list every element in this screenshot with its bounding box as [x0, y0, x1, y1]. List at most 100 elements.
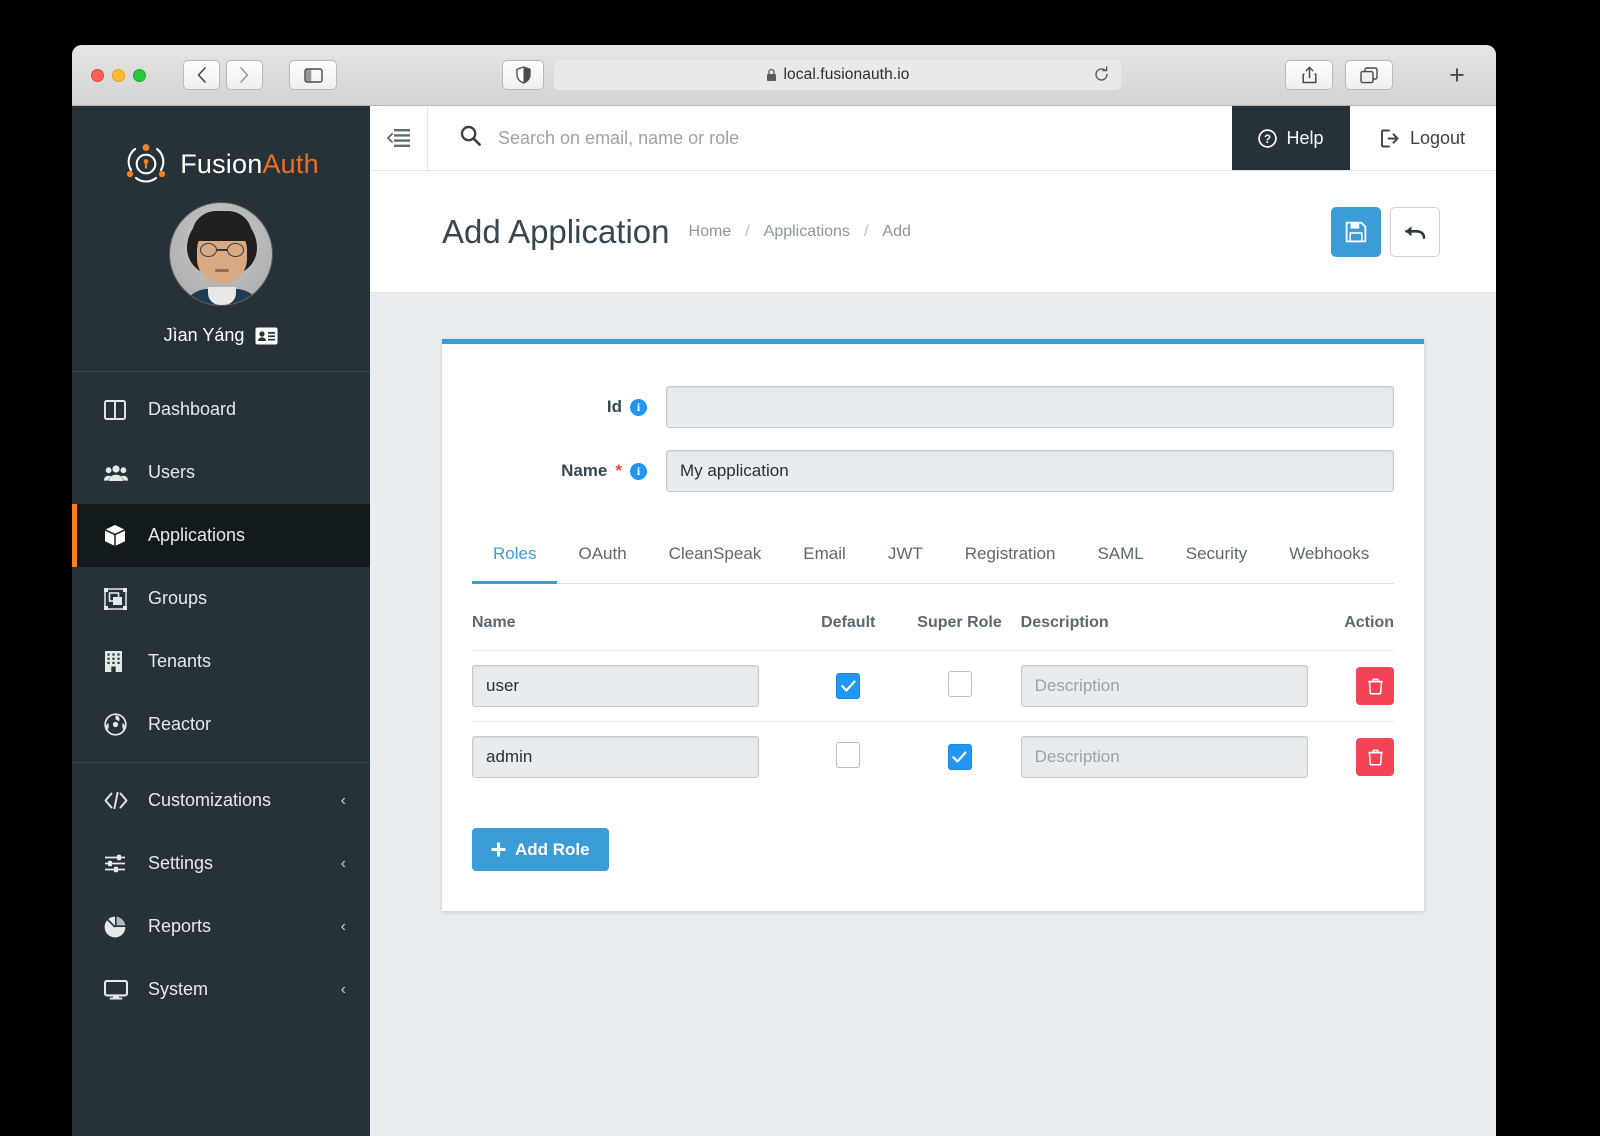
- role-description-input[interactable]: [1021, 736, 1308, 778]
- url-bar[interactable]: local.fusionauth.io: [554, 60, 1121, 90]
- chevron-left-icon: ‹: [341, 792, 346, 810]
- trash-icon: [1368, 678, 1383, 695]
- new-tab-button[interactable]: +: [1442, 60, 1472, 90]
- browser-window: local.fusionauth.io: [72, 45, 1496, 1136]
- logout-label: Logout: [1410, 128, 1465, 149]
- share-button[interactable]: [1285, 60, 1333, 90]
- sidebar-item-reports[interactable]: Reports ‹: [72, 895, 370, 958]
- breadcrumb-separator: /: [745, 223, 749, 241]
- plus-icon: [491, 842, 506, 857]
- dashboard-icon: [104, 400, 134, 420]
- sidebar-item-label: Users: [148, 462, 195, 483]
- tab-webhooks[interactable]: Webhooks: [1268, 532, 1390, 584]
- tab-oauth[interactable]: OAuth: [557, 532, 647, 584]
- super-role-checkbox[interactable]: [948, 671, 972, 697]
- forward-button[interactable]: [226, 60, 263, 90]
- help-label: Help: [1286, 128, 1323, 149]
- building-icon: [104, 650, 134, 673]
- collapse-sidebar-button[interactable]: [370, 106, 428, 170]
- user-name-row[interactable]: Jìan Yáng: [72, 325, 370, 346]
- code-icon: [104, 792, 134, 809]
- column-header-name: Name: [472, 584, 798, 651]
- sidebar-item-applications[interactable]: Applications: [72, 504, 370, 567]
- svg-text:?: ?: [1264, 134, 1271, 146]
- super-role-checkbox[interactable]: [948, 744, 972, 770]
- sidebar-item-settings[interactable]: Settings ‹: [72, 832, 370, 895]
- role-name-cell: [472, 651, 798, 722]
- default-checkbox[interactable]: [836, 742, 860, 768]
- sidebar-item-label: System: [148, 979, 208, 1000]
- breadcrumb-item-add[interactable]: Add: [882, 223, 910, 241]
- sidebar-item-tenants[interactable]: Tenants: [72, 630, 370, 693]
- add-role-label: Add Role: [515, 840, 590, 860]
- role-name-input[interactable]: [472, 736, 759, 778]
- minimize-window-button[interactable]: [112, 69, 125, 82]
- reload-button[interactable]: [1093, 66, 1110, 88]
- chevron-left-icon: ‹: [341, 981, 346, 999]
- maximize-window-button[interactable]: [133, 69, 146, 82]
- logout-icon: [1381, 129, 1401, 148]
- back-button[interactable]: [183, 60, 220, 90]
- users-icon: [104, 464, 134, 482]
- show-sidebar-button[interactable]: [289, 60, 337, 90]
- column-header-description: Description: [1021, 584, 1308, 651]
- form-row-id: Id i: [442, 386, 1424, 428]
- roles-header-row: Name Default Super Role Description Acti…: [472, 584, 1394, 651]
- monitor-icon: [104, 980, 134, 1000]
- save-button[interactable]: [1331, 207, 1381, 257]
- breadcrumb-item-applications[interactable]: Applications: [764, 223, 850, 241]
- url-text: local.fusionauth.io: [784, 66, 910, 84]
- breadcrumb-item-home[interactable]: Home: [689, 223, 732, 241]
- chevron-left-icon: [196, 67, 207, 83]
- column-header-action: Action: [1308, 584, 1394, 651]
- top-bar: ? Help Logout: [370, 106, 1496, 171]
- id-label: Id: [607, 397, 622, 417]
- sidebar-item-dashboard[interactable]: Dashboard: [72, 378, 370, 441]
- name-input[interactable]: [666, 450, 1394, 492]
- logout-button[interactable]: Logout: [1350, 106, 1496, 170]
- tab-jwt[interactable]: JWT: [867, 532, 944, 584]
- sidebar-item-label: Tenants: [148, 651, 211, 672]
- sidebar-item-users[interactable]: Users: [72, 441, 370, 504]
- tab-registration[interactable]: Registration: [944, 532, 1077, 584]
- back-button[interactable]: [1390, 207, 1440, 257]
- tab-roles[interactable]: Roles: [472, 532, 557, 584]
- add-role-button[interactable]: Add Role: [472, 828, 609, 871]
- roles-table-body: [472, 651, 1394, 793]
- role-description-input[interactable]: [1021, 665, 1308, 707]
- default-checkbox[interactable]: [836, 673, 860, 699]
- breadcrumb-separator: /: [864, 223, 868, 241]
- id-input[interactable]: [666, 386, 1394, 428]
- role-name-input[interactable]: [472, 665, 759, 707]
- sidebar-item-label: Dashboard: [148, 399, 236, 420]
- search-input[interactable]: [498, 128, 1116, 149]
- save-floppy-icon: [1345, 221, 1367, 243]
- chevron-left-icon: ‹: [341, 855, 346, 873]
- tab-security[interactable]: Security: [1165, 532, 1268, 584]
- sidebar-group-main: Dashboard Users Applications: [72, 371, 370, 762]
- window-controls: [91, 69, 146, 82]
- browser-right-buttons: [1285, 60, 1393, 90]
- sidebar-item-customizations[interactable]: Customizations ‹: [72, 769, 370, 832]
- tab-saml[interactable]: SAML: [1076, 532, 1164, 584]
- role-description-cell: [1021, 722, 1308, 793]
- tab-email[interactable]: Email: [782, 532, 867, 584]
- required-marker: *: [615, 461, 622, 481]
- sidebar-item-label: Settings: [148, 853, 213, 874]
- sidebar-item-groups[interactable]: Groups: [72, 567, 370, 630]
- close-window-button[interactable]: [91, 69, 104, 82]
- sidebar-item-system[interactable]: System ‹: [72, 958, 370, 1021]
- privacy-report-button[interactable]: [502, 60, 544, 90]
- delete-role-button[interactable]: [1356, 667, 1394, 705]
- tab-overview-button[interactable]: [1345, 60, 1393, 90]
- tab-cleanspeak[interactable]: CleanSpeak: [648, 532, 783, 584]
- help-button[interactable]: ? Help: [1232, 106, 1350, 170]
- info-icon[interactable]: i: [630, 399, 647, 416]
- name-label: Name: [561, 461, 607, 481]
- info-icon[interactable]: i: [630, 463, 647, 480]
- user-name-label: Jìan Yáng: [164, 325, 245, 346]
- brand-logo[interactable]: FusionAuth: [72, 106, 370, 192]
- check-icon: [841, 680, 856, 692]
- delete-role-button[interactable]: [1356, 738, 1394, 776]
- sidebar-item-reactor[interactable]: Reactor: [72, 693, 370, 756]
